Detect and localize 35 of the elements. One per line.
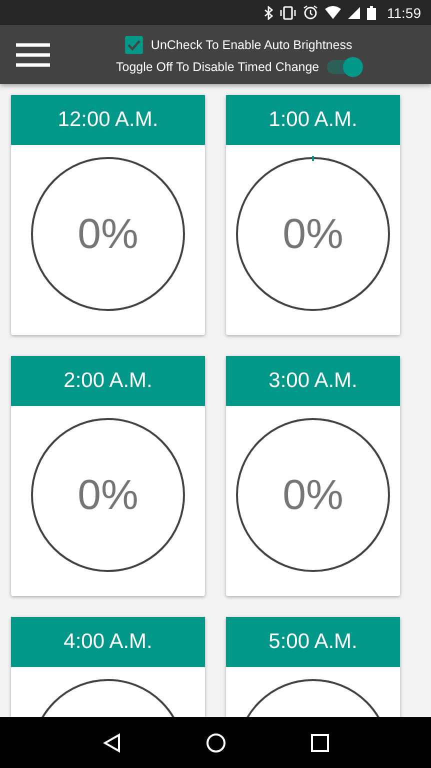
brightness-dial[interactable] bbox=[235, 156, 391, 312]
wifi-icon bbox=[325, 6, 341, 19]
vibrate-icon bbox=[280, 6, 296, 20]
alarm-icon bbox=[303, 5, 318, 20]
checkbox[interactable] bbox=[124, 36, 143, 54]
hour-card[interactable]: 12:00 A.M. 0% bbox=[11, 95, 205, 335]
brightness-value: 0% bbox=[282, 471, 344, 520]
hour-title: 4:00 A.M. bbox=[11, 617, 205, 667]
brightness-value: 0% bbox=[282, 210, 344, 258]
brightness-dial[interactable] bbox=[30, 156, 186, 312]
hour-card[interactable]: 3:00 A.M. 0% bbox=[226, 356, 400, 596]
hour-card[interactable]: 2:00 A.M. 0% bbox=[11, 356, 205, 596]
hour-card[interactable]: 4:00 A.M. bbox=[11, 617, 205, 717]
signal-icon bbox=[348, 6, 360, 18]
brightness-dial[interactable] bbox=[30, 417, 186, 573]
recents-icon[interactable] bbox=[310, 734, 328, 752]
hour-card[interactable]: 1:00 A.M. 0% bbox=[226, 95, 400, 335]
back-icon[interactable] bbox=[102, 732, 120, 752]
hour-title: 1:00 A.M. bbox=[226, 95, 400, 145]
brightness-dial[interactable] bbox=[235, 417, 391, 573]
bluetooth-icon bbox=[264, 6, 273, 20]
menu-icon[interactable] bbox=[16, 42, 50, 66]
hour-title: 5:00 A.M. bbox=[226, 617, 400, 667]
toggle-label: Toggle Off To Disable Timed Change bbox=[116, 60, 320, 74]
battery-icon bbox=[367, 6, 376, 20]
checkbox-label: UnCheck To Enable Auto Brightness bbox=[150, 38, 352, 52]
toggle-switch[interactable] bbox=[327, 60, 362, 74]
home-icon[interactable] bbox=[206, 732, 226, 752]
hour-title: 3:00 A.M. bbox=[226, 356, 400, 406]
brightness-value: 0% bbox=[78, 210, 138, 258]
hour-title: 2:00 A.M. bbox=[11, 356, 205, 406]
brightness-value: 0% bbox=[78, 471, 138, 520]
hour-card[interactable]: 5:00 A.M. bbox=[226, 617, 400, 717]
status-time: 11:59 bbox=[387, 4, 421, 20]
hour-title: 12:00 A.M. bbox=[11, 95, 205, 145]
